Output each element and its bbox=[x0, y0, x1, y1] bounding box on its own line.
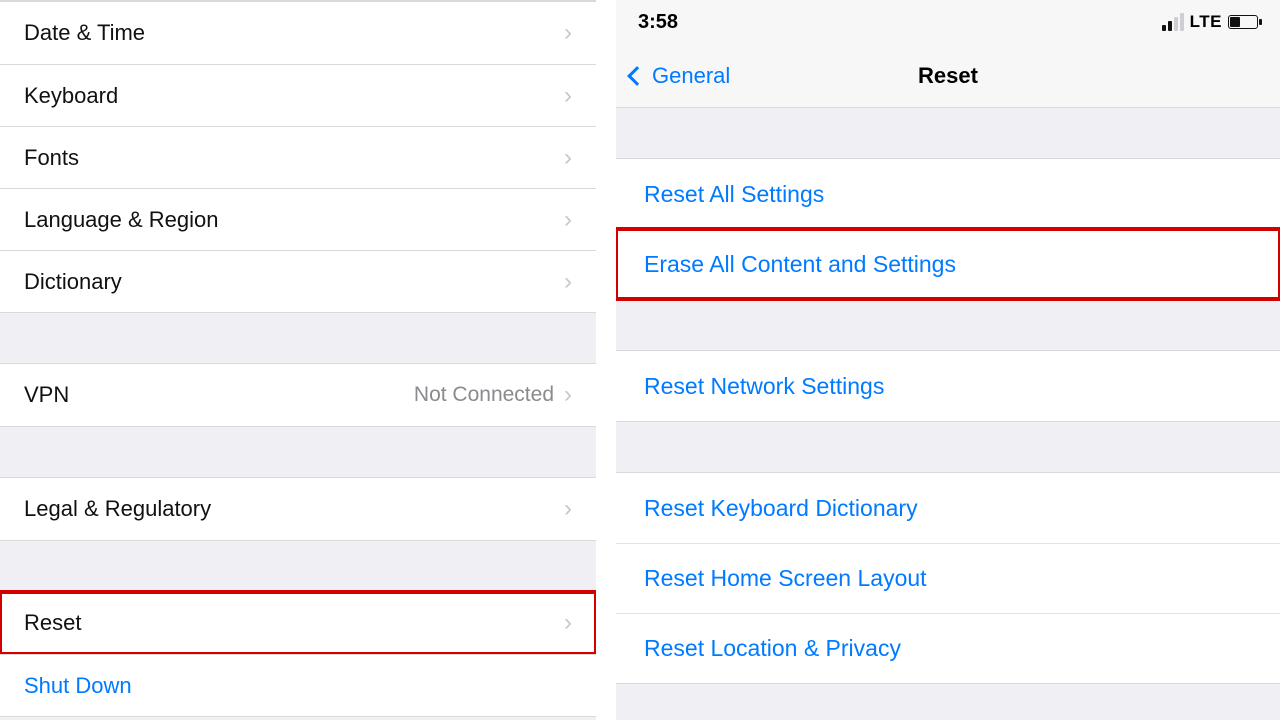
battery-icon bbox=[1228, 15, 1258, 29]
chevron-right-icon: › bbox=[564, 495, 572, 523]
group-spacer bbox=[616, 422, 1280, 472]
row-label: Legal & Regulatory bbox=[24, 496, 211, 522]
row-value: Not Connected bbox=[414, 383, 554, 407]
row-label: Reset Location & Privacy bbox=[644, 635, 901, 662]
row-label: Date & Time bbox=[24, 20, 145, 46]
chevron-right-icon: › bbox=[564, 19, 572, 47]
row-reset_loc[interactable]: Reset Location & Privacy bbox=[616, 613, 1280, 683]
row-label: VPN bbox=[24, 382, 69, 408]
settings-group: Reset › Shut Down bbox=[0, 591, 596, 717]
left-general-settings: Date & Time›Keyboard›Fonts›Language & Re… bbox=[0, 0, 596, 720]
chevron-right-icon: › bbox=[564, 144, 572, 172]
chevron-right-icon: › bbox=[564, 609, 572, 637]
row-label: Dictionary bbox=[24, 269, 122, 295]
chevron-right-icon: › bbox=[564, 206, 572, 234]
row-vpn[interactable]: VPN Not Connected › bbox=[0, 364, 596, 426]
row-label: Reset Network Settings bbox=[644, 373, 884, 400]
row-label: Fonts bbox=[24, 145, 79, 171]
row-label: Reset All Settings bbox=[644, 181, 824, 208]
page-title: Reset bbox=[918, 63, 978, 89]
chevron-right-icon: › bbox=[564, 268, 572, 296]
row-reset[interactable]: Reset › bbox=[0, 592, 596, 654]
row-label: Language & Region bbox=[24, 207, 219, 233]
chevron-left-icon bbox=[627, 66, 647, 86]
group-spacer bbox=[616, 300, 1280, 350]
row-reset_home[interactable]: Reset Home Screen Layout bbox=[616, 543, 1280, 613]
back-label: General bbox=[652, 63, 730, 89]
row-label: Shut Down bbox=[24, 673, 132, 699]
reset-group: Reset Network Settings bbox=[616, 350, 1280, 422]
network-label: LTE bbox=[1190, 12, 1222, 32]
pane-divider bbox=[596, 0, 616, 720]
row-label: Erase All Content and Settings bbox=[644, 251, 956, 278]
row-label: Reset Home Screen Layout bbox=[644, 565, 927, 592]
settings-group: VPN Not Connected › bbox=[0, 363, 596, 427]
row-shutdown[interactable]: Shut Down bbox=[0, 654, 596, 716]
row-dictionary[interactable]: Dictionary › bbox=[0, 250, 596, 312]
back-button[interactable]: General bbox=[630, 44, 730, 107]
row-keyboard[interactable]: Keyboard › bbox=[0, 64, 596, 126]
row-label: Reset Keyboard Dictionary bbox=[644, 495, 918, 522]
row-erase_all[interactable]: Erase All Content and Settings bbox=[616, 229, 1280, 299]
reset-group: Reset Keyboard Dictionary Reset Home Scre… bbox=[616, 472, 1280, 684]
row-legal[interactable]: Legal & Regulatory › bbox=[0, 478, 596, 540]
row-date_time[interactable]: Date & Time › bbox=[0, 2, 596, 64]
row-fonts[interactable]: Fonts › bbox=[0, 126, 596, 188]
nav-bar: General Reset bbox=[616, 44, 1280, 108]
status-bar: 3:58 LTE bbox=[616, 0, 1280, 44]
chevron-right-icon: › bbox=[564, 381, 572, 409]
settings-group: Legal & Regulatory › bbox=[0, 477, 596, 541]
row-label: Keyboard bbox=[24, 83, 118, 109]
reset-group: Reset All Settings Erase All Content and … bbox=[616, 158, 1280, 300]
status-time: 3:58 bbox=[638, 11, 678, 34]
group-spacer bbox=[0, 313, 596, 363]
group-spacer bbox=[616, 108, 1280, 158]
row-reset_network[interactable]: Reset Network Settings bbox=[616, 351, 1280, 421]
row-reset_all[interactable]: Reset All Settings bbox=[616, 159, 1280, 229]
chevron-right-icon: › bbox=[564, 82, 572, 110]
row-lang_region[interactable]: Language & Region › bbox=[0, 188, 596, 250]
right-reset-screen: 3:58 LTE General Reset Reset All Setting… bbox=[616, 0, 1280, 720]
group-spacer bbox=[0, 541, 596, 591]
settings-group: Date & Time›Keyboard›Fonts›Language & Re… bbox=[0, 1, 596, 313]
row-label: Reset bbox=[24, 610, 81, 636]
row-reset_kb[interactable]: Reset Keyboard Dictionary bbox=[616, 473, 1280, 543]
signal-bars-icon bbox=[1162, 13, 1184, 31]
group-spacer bbox=[0, 427, 596, 477]
